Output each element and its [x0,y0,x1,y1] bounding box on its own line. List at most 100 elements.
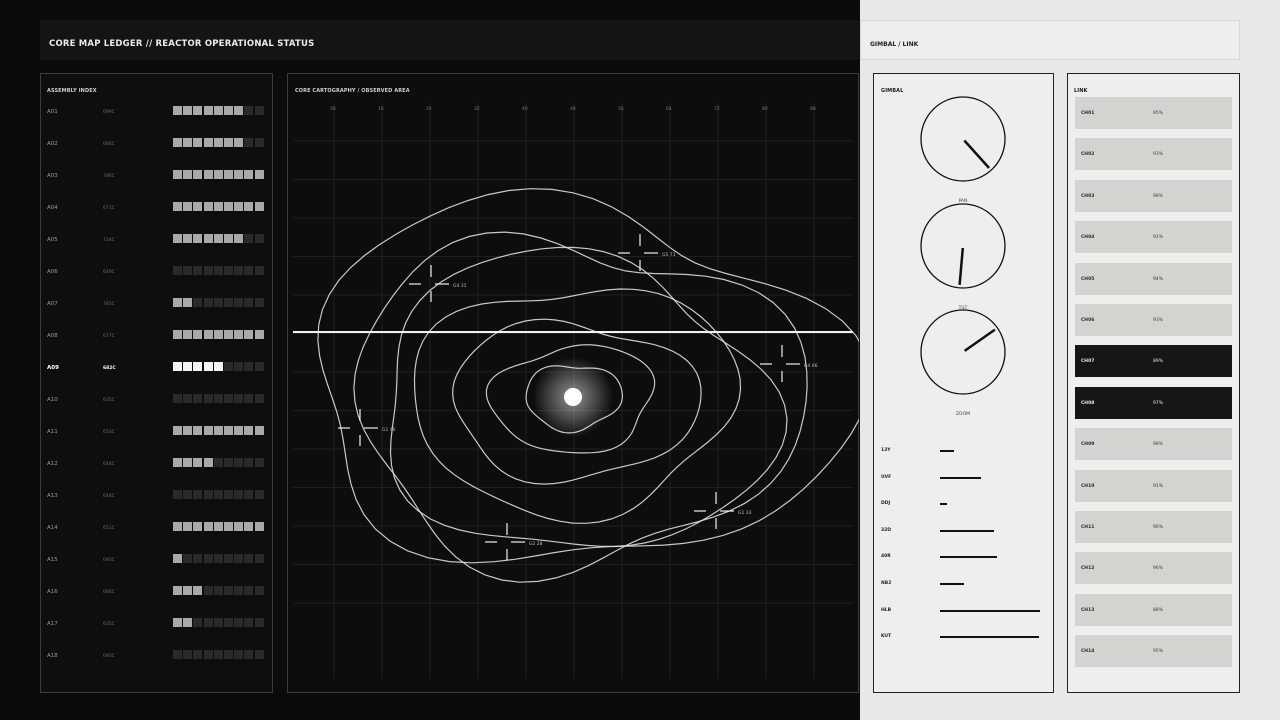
level-segment [254,234,264,243]
channel-name: CH02 [1081,152,1095,158]
channel-name: CH03 [1081,193,1095,199]
level-segment [234,490,244,499]
level-segment [173,362,182,371]
link-channel[interactable]: CH11 96% [1075,511,1232,543]
channel-name: CH04 [1081,235,1095,241]
gimbal-meter: HLB [881,608,1046,618]
assembly-row[interactable]: A08 677C [47,330,267,345]
assembly-row[interactable]: A04 671C [47,202,267,217]
level-segment [213,106,223,115]
level-segment [244,138,254,147]
link-channel[interactable]: CH08 97% [1075,386,1232,419]
level-segment [213,394,223,403]
level-segment [224,362,233,371]
link-channel[interactable]: CH05 94% [1075,262,1232,295]
level-segment [203,586,213,595]
level-segment [213,554,223,563]
level-segment [173,234,182,243]
link-channel[interactable]: CH02 93% [1075,138,1232,171]
level-segment [254,522,264,531]
dial-label: ZOOM [955,412,971,417]
meter-label: UVF [881,474,892,480]
link-channel[interactable]: CH13 88% [1075,593,1232,626]
gimbal-meter: 32D [881,528,1046,538]
level-segment [224,266,233,275]
assembly-id: A14 [47,525,58,531]
level-segment [183,234,193,243]
level-segment [203,522,213,531]
assembly-row[interactable]: A16 686C [47,586,267,601]
level-segment [173,554,182,563]
link-channel[interactable]: CH14 95% [1075,635,1232,668]
level-segment [183,106,193,115]
marker-label: G4 66 [804,363,818,369]
channel-name: CH10 [1081,483,1095,489]
level-segment [203,266,213,275]
assembly-row[interactable]: A11 653C [47,426,267,441]
core-contour-map[interactable]: 08 16 24 32 40 48 56 64 72 80 88 G5 73 G4 31 G4 66 G1 … [287,73,859,693]
assembly-row[interactable]: A17 635C [47,618,267,633]
level-segment [213,458,223,467]
assembly-row[interactable]: A02 686C [47,138,267,153]
level-segment [173,106,182,115]
assembly-row[interactable]: A10 635C [47,394,267,409]
level-segment [183,394,193,403]
assembly-temp: 686C [103,142,115,147]
level-segment [173,138,182,147]
level-segment [203,458,213,467]
link-channel[interactable]: CH10 91% [1075,469,1232,502]
assembly-row[interactable]: A15 693C [47,554,267,569]
gimbal-dial[interactable] [920,96,1006,182]
level-segment [244,426,254,435]
level-segment [193,298,203,307]
channel-name: CH12 [1081,566,1095,572]
level-segment [254,170,264,179]
link-channel[interactable]: CH03 98% [1075,179,1232,212]
assembly-row[interactable]: A06 649C [47,266,267,281]
level-segment [203,554,213,563]
level-segment [254,618,264,627]
link-channel[interactable]: CH04 91% [1075,221,1232,254]
assembly-row[interactable]: A12 648C [47,458,267,473]
level-segment [244,490,254,499]
core-map-title: CORE CARTOGRAPHY / OBSERVED AREA [295,88,410,94]
channel-name: CH11 [1081,525,1095,530]
assembly-row[interactable]: A18 693C [47,650,267,665]
assembly-row[interactable]: A05 718C [47,234,267,249]
assembly-row[interactable]: A03 786C [47,170,267,185]
level-segment [254,490,264,499]
meter-bar [940,583,964,585]
level-segment [183,618,193,627]
channel-name: CH13 [1081,607,1095,613]
assembly-row[interactable]: A09 682C [47,362,267,377]
link-channel[interactable]: CH01 95% [1075,97,1232,129]
gimbal-dial[interactable] [920,203,1006,289]
link-channel[interactable]: CH07 89% [1075,345,1232,378]
map-tick-label: 08 [330,106,336,112]
level-segment [193,554,203,563]
level-segment [183,330,193,339]
gimbal-dial[interactable] [920,309,1006,395]
level-segment [193,618,203,627]
assembly-temp: 786C [103,174,115,179]
meter-bar [940,503,947,506]
level-segment [213,266,223,275]
meter-bar [940,476,981,479]
level-segment [173,522,182,531]
dial-needle [963,328,996,352]
assembly-row[interactable]: A01 699C [47,106,267,121]
gimbal-meter: 40R [881,554,1046,564]
assembly-temp: 677C [103,334,115,339]
level-segment [203,106,213,115]
link-channel[interactable]: CH12 96% [1075,552,1232,585]
assembly-id: A13 [47,493,58,499]
assembly-row[interactable]: A13 648C [47,490,267,505]
level-segment [173,426,182,435]
link-channel[interactable]: CH06 93% [1075,304,1232,336]
link-channel[interactable]: CH09 98% [1075,428,1232,461]
level-segment [203,298,213,307]
level-segment [224,234,233,243]
assembly-row[interactable]: A14 651C [47,522,267,537]
assembly-row[interactable]: A07 785C [47,298,267,313]
assembly-temp: 653C [103,430,115,435]
